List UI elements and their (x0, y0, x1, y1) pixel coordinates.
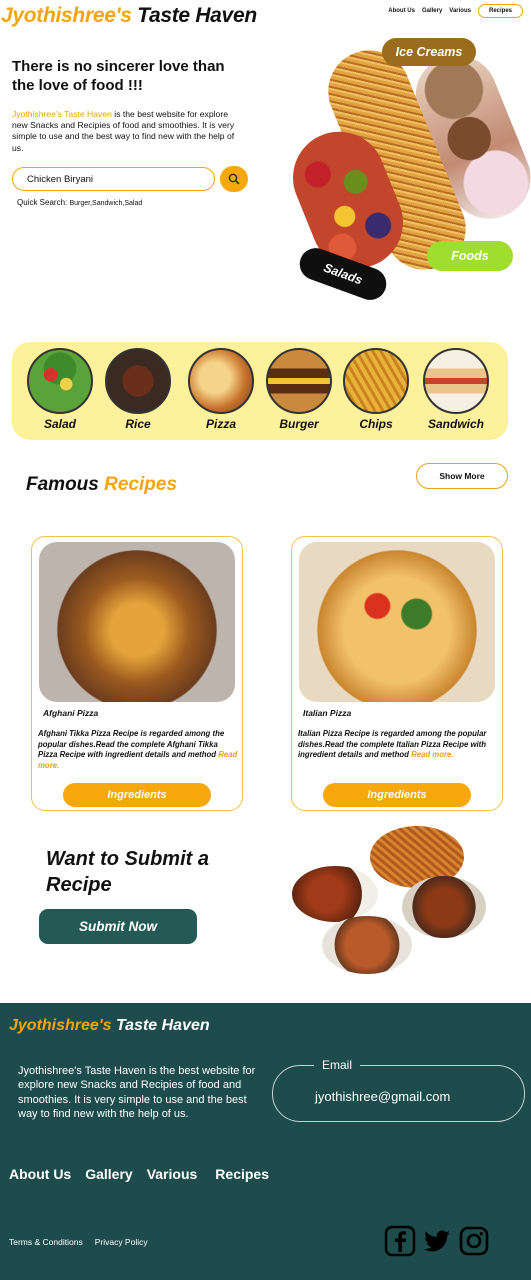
tag-foods[interactable]: Foods (427, 241, 513, 271)
footer-link-recipes[interactable]: Recipes (215, 1166, 269, 1182)
ingredients-button[interactable]: Ingredients (323, 783, 471, 807)
search-icon (228, 173, 240, 185)
category-burger[interactable]: Burger (265, 348, 333, 431)
rice-image (105, 348, 171, 414)
twitter-icon[interactable] (421, 1225, 453, 1257)
category-salad[interactable]: Salad (26, 348, 94, 431)
famous-title-part2: Recipes (104, 474, 178, 495)
email-label: Email (314, 1058, 361, 1072)
footer-nav: About Us Gallery Various Recipes (9, 1166, 269, 1182)
search-button[interactable] (220, 166, 248, 192)
terms-link[interactable]: Terms & Conditions (9, 1237, 83, 1247)
hero-desc-highlight: Jyothishree's Taste Haven (12, 109, 112, 119)
search-input[interactable]: Chicken Biryani (12, 167, 215, 191)
famous-title-part1: Famous (26, 474, 99, 495)
quick-search-label: Quick Search: (17, 198, 68, 207)
recipe-description: Italian Pizza Recipe is regarded among t… (298, 729, 498, 761)
category-label: Burger (279, 417, 319, 431)
recipe-desc-text: Italian Pizza Recipe is regarded among t… (298, 729, 487, 760)
category-sandwich[interactable]: Sandwich (422, 348, 490, 431)
category-bar: Salad Rice Pizza Burger Chips Sandwich (12, 342, 508, 440)
recipe-name: Italian Pizza (303, 708, 352, 718)
email-value[interactable]: jyothishree@gmail.com (315, 1089, 450, 1104)
tag-ice-creams[interactable]: Ice Creams (382, 38, 476, 66)
recipe-description: Afghani Tikka Pizza Recipe is regarded a… (38, 729, 238, 771)
burger-image (266, 348, 332, 414)
hero-description: Jyothishree's Taste Haven is the best we… (12, 109, 237, 154)
brand-name-part1: Jyothishree's (1, 4, 132, 27)
instagram-icon[interactable] (458, 1225, 490, 1257)
footer-brand-part1: Jyothishree's (9, 1017, 112, 1034)
afghani-pizza-image (39, 542, 235, 702)
brand-name-part2: Taste Haven (137, 4, 257, 27)
privacy-link[interactable]: Privacy Policy (95, 1237, 148, 1247)
hero-title: There is no sincerer love than the love … (12, 58, 225, 94)
footer-description: Jyothishree's Taste Haven is the best we… (18, 1065, 256, 1120)
recipe-desc-text: Afghani Tikka Pizza Recipe is regarded a… (38, 729, 225, 760)
footer-logo[interactable]: Jyothishree's Taste Haven (9, 1017, 210, 1035)
nav-various[interactable]: Various (449, 8, 471, 14)
category-label: Rice (125, 417, 151, 431)
sandwich-image (423, 348, 489, 414)
grilled-chicken-image (292, 866, 378, 922)
submit-now-button[interactable]: Submit Now (39, 909, 197, 944)
quick-search: Quick Search: Burger,Sandwich,Salad (17, 198, 142, 207)
footer-brand-part2: Taste Haven (115, 1017, 210, 1034)
nav-about-us[interactable]: About Us (388, 8, 415, 14)
footer-link-about-us[interactable]: About Us (9, 1166, 71, 1182)
footer-link-gallery[interactable]: Gallery (85, 1166, 132, 1182)
category-label: Chips (359, 417, 393, 431)
show-more-button[interactable]: Show More (416, 463, 508, 489)
famous-recipes-title: Famous Recipes (26, 474, 177, 496)
category-label: Salad (43, 417, 76, 431)
read-more-link[interactable]: Read more. (411, 750, 453, 759)
category-label: Pizza (205, 417, 236, 431)
social-links (384, 1225, 490, 1257)
recipe-card: Afghani Pizza Afghani Tikka Pizza Recipe… (31, 536, 243, 811)
chips-image (343, 348, 409, 414)
nav-gallery[interactable]: Gallery (422, 8, 442, 14)
pizza-image (188, 348, 254, 414)
category-rice[interactable]: Rice (104, 348, 172, 431)
footer-link-various[interactable]: Various (147, 1166, 198, 1182)
recipe-name: Afghani Pizza (43, 708, 99, 718)
top-nav: About Us Gallery Various Recipes (388, 4, 523, 18)
submit-recipe-title: Want to Submit a Recipe (46, 848, 209, 896)
recipe-card: Italian Pizza Italian Pizza Recipe is re… (291, 536, 503, 811)
facebook-icon[interactable] (384, 1225, 416, 1257)
category-label: Sandwich (427, 417, 484, 431)
quick-search-items[interactable]: Burger,Sandwich,Salad (69, 200, 142, 207)
site-logo[interactable]: Jyothishree's Taste Haven (1, 4, 257, 28)
italian-pizza-image (299, 542, 495, 702)
salad-image (27, 348, 93, 414)
footer-legal: Terms & Conditions Privacy Policy (9, 1237, 148, 1247)
ingredients-button[interactable]: Ingredients (63, 783, 211, 807)
nav-recipes[interactable]: Recipes (477, 4, 523, 18)
curry-bowl-image (322, 916, 412, 974)
category-pizza[interactable]: Pizza (187, 348, 255, 431)
fish-fry-image (402, 876, 486, 938)
food-collage-image (292, 824, 492, 974)
category-chips[interactable]: Chips (342, 348, 410, 431)
site-footer: Jyothishree's Taste Haven Jyothishree's … (0, 1003, 531, 1280)
